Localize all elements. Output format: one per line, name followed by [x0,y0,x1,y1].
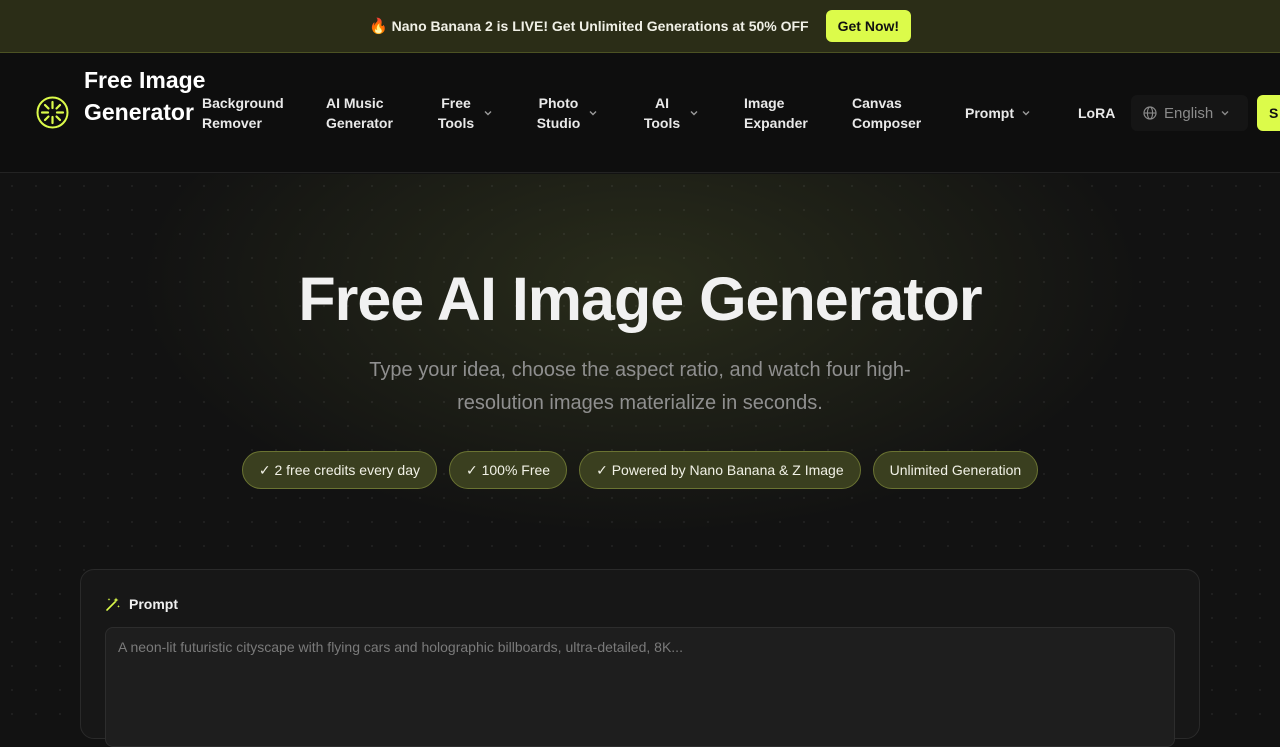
badge-100-free: ✓ 100% Free [448,451,568,489]
language-value: English [1164,104,1214,122]
prompt-input[interactable] [105,627,1175,747]
badge-powered-by: ✓ Powered by Nano Banana & Z Image [579,451,861,489]
nav-canvas-composer[interactable]: Canvas Composer [852,93,927,133]
top-navbar: Free Image Generator Background Remover … [0,53,1280,173]
prompt-panel: Prompt [80,569,1200,747]
badge-free-credits: ✓ 2 free credits every day [241,451,437,489]
nav-image-expander[interactable]: Image Expander [744,93,816,133]
nav-item-label: Free Tools [437,95,475,131]
nav-lora[interactable]: LoRA [1078,93,1115,133]
sparkle-logo-icon[interactable] [36,96,69,129]
flame-icon: 🔥 [368,18,388,35]
nav-item-label: AI Music Generator [326,95,393,131]
nav-item-label: Canvas Composer [852,95,922,131]
sign-in-button[interactable]: S [1257,95,1280,131]
hero-title: Free AI Image Generator [298,265,982,333]
logo-text[interactable]: Free Image Generator [84,64,214,128]
nav-background-remover[interactable]: Background Remover [202,93,287,133]
chevron-down-icon [589,111,597,116]
nav-ai-music-generator[interactable]: AI Music Generator [326,93,398,133]
language-select[interactable]: English [1131,95,1248,131]
chevron-down-icon [1022,111,1030,116]
nav-item-label: LoRA [1078,105,1116,121]
promo-text-wrap: 🔥 Nano Banana 2 is LIVE! Get Unlimited G… [369,17,809,35]
prompt-label-row: Prompt [105,596,178,612]
nav-ai-tools[interactable]: AI Tools [642,93,699,133]
nav-item-label: Image Expander [744,95,808,131]
chevron-down-icon [484,111,492,116]
magic-wand-icon [106,597,120,611]
globe-icon [1143,106,1157,120]
nav-item-label: AI Tools [643,95,681,131]
promo-text: Nano Banana 2 is LIVE! Get Unlimited Gen… [391,18,809,34]
prompt-label: Prompt [129,596,178,612]
nav-free-tools[interactable]: Free Tools [436,93,493,133]
nav-item-label: Prompt [965,105,1014,121]
nav-photo-studio[interactable]: Photo Studio [536,93,598,133]
nav-item-label: Photo Studio [536,95,581,131]
nav-prompt[interactable]: Prompt [965,93,1031,133]
chevron-down-icon [1221,111,1229,116]
promo-banner: 🔥 Nano Banana 2 is LIVE! Get Unlimited G… [0,0,1280,53]
feature-badges: ✓ 2 free credits every day ✓ 100% Free ✓… [0,451,1280,489]
chevron-down-icon [690,111,698,116]
get-now-button[interactable]: Get Now! [825,10,912,42]
badge-unlimited: Unlimited Generation [872,451,1039,489]
hero-subtitle: Type your idea, choose the aspect ratio,… [369,359,911,414]
nav-item-label: Background Remover [202,95,284,131]
